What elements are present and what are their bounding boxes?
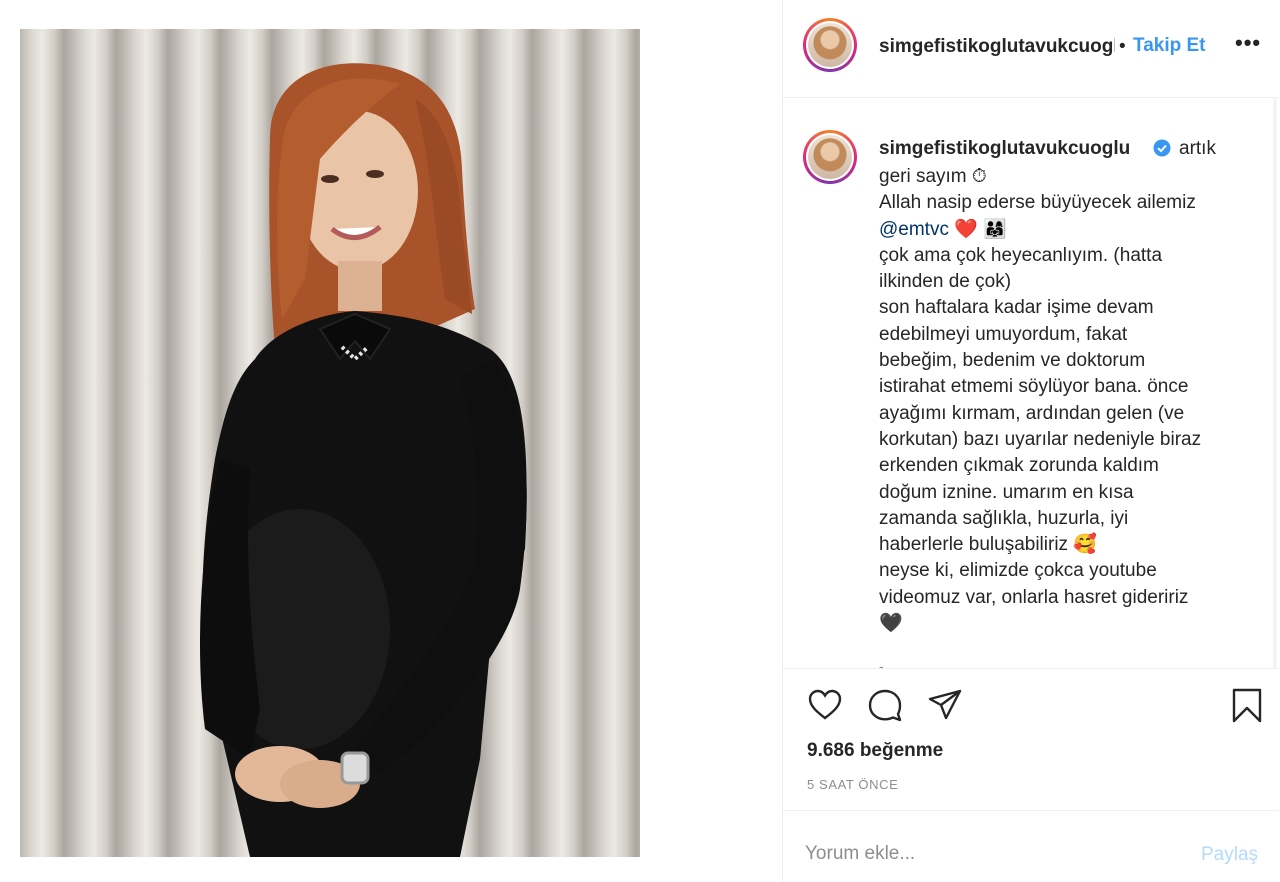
caption-line: neyse ki, elimizde çokca youtube — [879, 560, 1157, 582]
caption-first-text: artık — [1179, 138, 1216, 159]
caption-line: videomuz var, onlarla hasret gideririz — [879, 586, 1189, 608]
caption-line: son haftalara kadar işime devam — [879, 297, 1154, 319]
caption-line: 🖤 — [879, 613, 903, 635]
caption-area[interactable]: simgefistikoglutavukcuoglu artık geri sa… — [783, 98, 1279, 668]
caption-scrollbar[interactable] — [1273, 98, 1277, 668]
post-side-panel: simgefistikoglutavukcuoglu • Takip Et ••… — [782, 0, 1280, 882]
caption-line: doğum iznine. umarım en kısa — [879, 481, 1134, 503]
caption-line: ilkinden de çok) — [879, 271, 1012, 293]
verified-badge-icon — [1153, 139, 1171, 157]
header-separator: • — [1119, 36, 1126, 57]
caption-avatar[interactable] — [803, 130, 857, 184]
avatar-image — [808, 135, 852, 179]
caption-line: çok ama çok heyecanlıyım. (hatta — [879, 244, 1163, 266]
action-bar — [783, 668, 1279, 728]
post-header: simgefistikoglutavukcuoglu • Takip Et ••… — [783, 0, 1279, 98]
bookmark-icon[interactable] — [1229, 687, 1265, 723]
paper-plane-icon[interactable] — [927, 687, 963, 723]
caption-line: zamanda sağlıkla, huzurla, iyi — [879, 507, 1129, 529]
more-options-icon[interactable]: ••• — [1235, 30, 1261, 56]
comment-box: Paylaş — [783, 810, 1279, 882]
follow-button[interactable]: Takip Et — [1133, 35, 1206, 57]
post-timestamp[interactable]: 5 SAAT ÖNCE — [807, 777, 898, 792]
caption-more-indicator: - — [879, 658, 884, 668]
caption-line: haberlerle buluşabiliriz 🥰 — [879, 534, 1097, 556]
likes-count[interactable]: 9.686 beğenme — [807, 740, 943, 762]
caption-line: Allah nasip ederse büyüyecek ailemiz — [879, 192, 1196, 214]
caption-line: erkenden çıkmak zorunda kaldım — [879, 455, 1159, 477]
caption-mention-line[interactable]: @emtvc ❤️ 👨‍👩‍👧 — [879, 217, 1259, 243]
caption-line: korkutan) bazı uyarılar nedeniyle biraz — [879, 428, 1202, 450]
caption-text: geri sayım ⏱ Allah nasip ederse büyüyece… — [879, 164, 1259, 637]
heart-outline-icon[interactable] — [807, 687, 843, 723]
post-photo-illustration — [200, 63, 527, 857]
comment-input[interactable] — [805, 839, 1165, 869]
caption-line: istirahat etmemi söylüyor bana. önce — [879, 376, 1189, 398]
post-image-panel — [0, 0, 782, 882]
user-avatar[interactable] — [803, 18, 857, 72]
header-username[interactable]: simgefistikoglutavukcuoglu — [879, 36, 1115, 58]
post-photo[interactable] — [20, 29, 640, 857]
caption-line: bebeğim, bedenim ve doktorum — [879, 350, 1146, 372]
caption-line: geri sayım ⏱ — [879, 166, 987, 187]
avatar-image — [808, 23, 852, 67]
caption-line: edebilmeyi umuyordum, fakat — [879, 323, 1128, 345]
speech-bubble-icon[interactable] — [867, 687, 903, 723]
caption-line: ayağımı kırmam, ardından gelen (ve — [879, 402, 1185, 424]
post-comment-button[interactable]: Paylaş — [1201, 844, 1258, 866]
caption-username[interactable]: simgefistikoglutavukcuoglu — [879, 138, 1130, 160]
